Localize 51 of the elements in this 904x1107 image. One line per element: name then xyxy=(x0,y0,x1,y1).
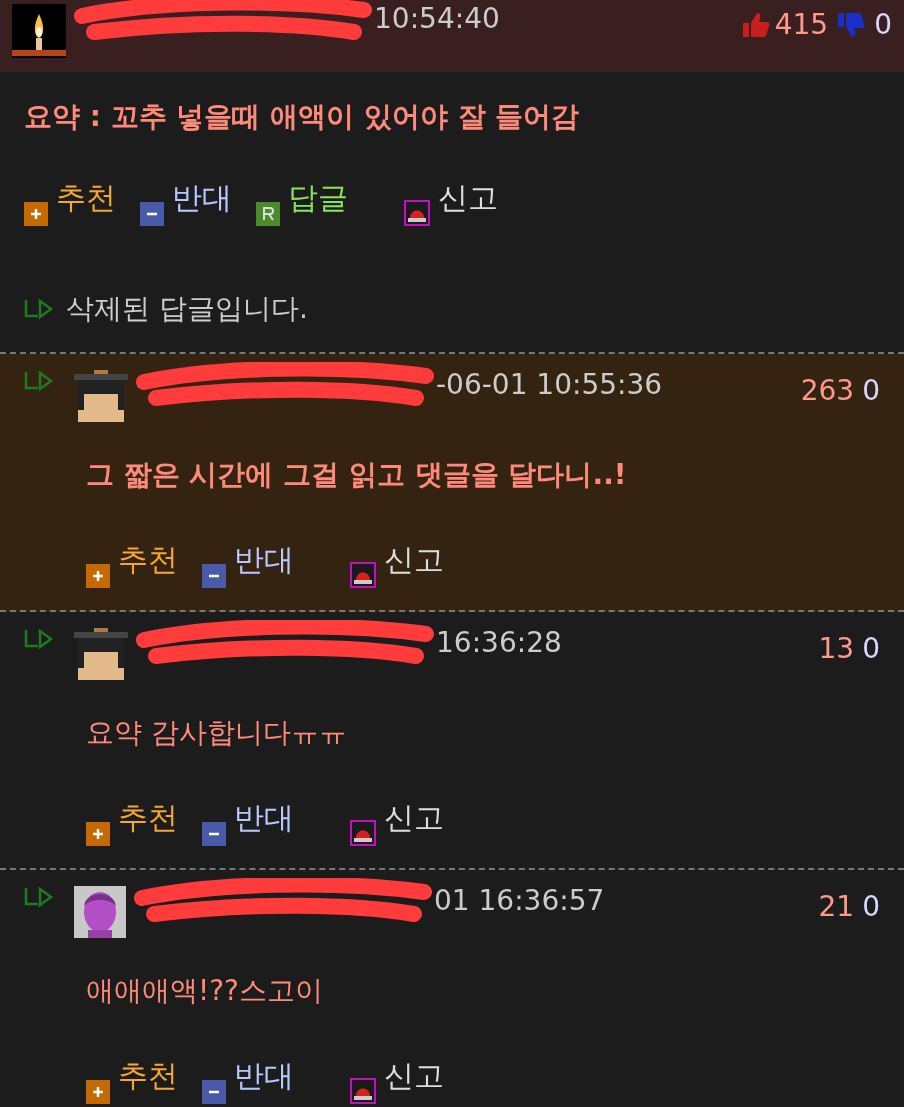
comment-text: 애애애액!??스고이 xyxy=(86,973,324,1009)
timestamp: 01 16:36:57 xyxy=(434,883,605,919)
reply-action[interactable]: 답글 xyxy=(256,178,348,226)
up-action[interactable]: 추천 xyxy=(86,540,178,588)
like-count: 13 xyxy=(818,631,855,667)
report-action[interactable]: 신고 xyxy=(350,540,444,588)
deleted-notice: 삭제된 답글입니다. xyxy=(66,291,308,327)
minus-icon xyxy=(202,1080,226,1104)
down-action[interactable]: 반대 xyxy=(140,178,232,226)
up-action[interactable]: 추천 xyxy=(86,1056,178,1104)
thumbs-up-icon xyxy=(740,11,771,39)
timestamp: 10:54:40 xyxy=(374,1,500,37)
dislike-count: 0 xyxy=(862,373,880,409)
report-action[interactable]: 신고 xyxy=(350,798,444,846)
reply-arrow-icon xyxy=(24,370,54,392)
timestamp: -06-01 10:55:36 xyxy=(436,367,663,403)
plus-icon xyxy=(86,822,110,846)
avatar-icon xyxy=(74,370,128,422)
dislike-count: 0 xyxy=(874,7,892,43)
up-action[interactable]: 추천 xyxy=(24,178,116,226)
like-count: 263 xyxy=(800,373,855,409)
comment-text: 그 짧은 시간에 그걸 읽고 댓글을 달다니..! xyxy=(86,457,628,493)
minus-icon xyxy=(202,564,226,588)
minus-icon xyxy=(140,202,164,226)
thumbs-down-icon xyxy=(836,11,867,39)
reply-arrow-icon xyxy=(24,298,54,320)
comment-text: 요약 : 꼬추 넣을때 애액이 있어야 잘 들어감 xyxy=(24,99,581,135)
plus-icon xyxy=(86,1080,110,1104)
siren-icon xyxy=(404,200,430,226)
plus-icon xyxy=(86,564,110,588)
comment-text: 요약 감사합니다ㅠㅠ xyxy=(86,715,348,751)
siren-icon xyxy=(350,562,376,588)
minus-icon xyxy=(202,822,226,846)
siren-icon xyxy=(350,1078,376,1104)
down-action[interactable]: 반대 xyxy=(202,1056,294,1104)
reply-arrow-icon xyxy=(24,628,54,650)
like-count: 415 xyxy=(774,7,829,43)
reply-arrow-icon xyxy=(24,886,54,908)
dislike-count: 0 xyxy=(862,889,880,925)
report-action[interactable]: 신고 xyxy=(350,1056,444,1104)
plus-icon xyxy=(24,202,48,226)
up-action[interactable]: 추천 xyxy=(86,798,178,846)
siren-icon xyxy=(350,820,376,846)
timestamp: 16:36:28 xyxy=(436,625,562,661)
reply-icon xyxy=(256,202,280,226)
down-action[interactable]: 반대 xyxy=(202,540,294,588)
report-action[interactable]: 신고 xyxy=(404,178,498,226)
dislike-count: 0 xyxy=(862,631,880,667)
like-count: 21 xyxy=(818,889,855,925)
down-action[interactable]: 반대 xyxy=(202,798,294,846)
avatar-icon xyxy=(74,628,128,680)
